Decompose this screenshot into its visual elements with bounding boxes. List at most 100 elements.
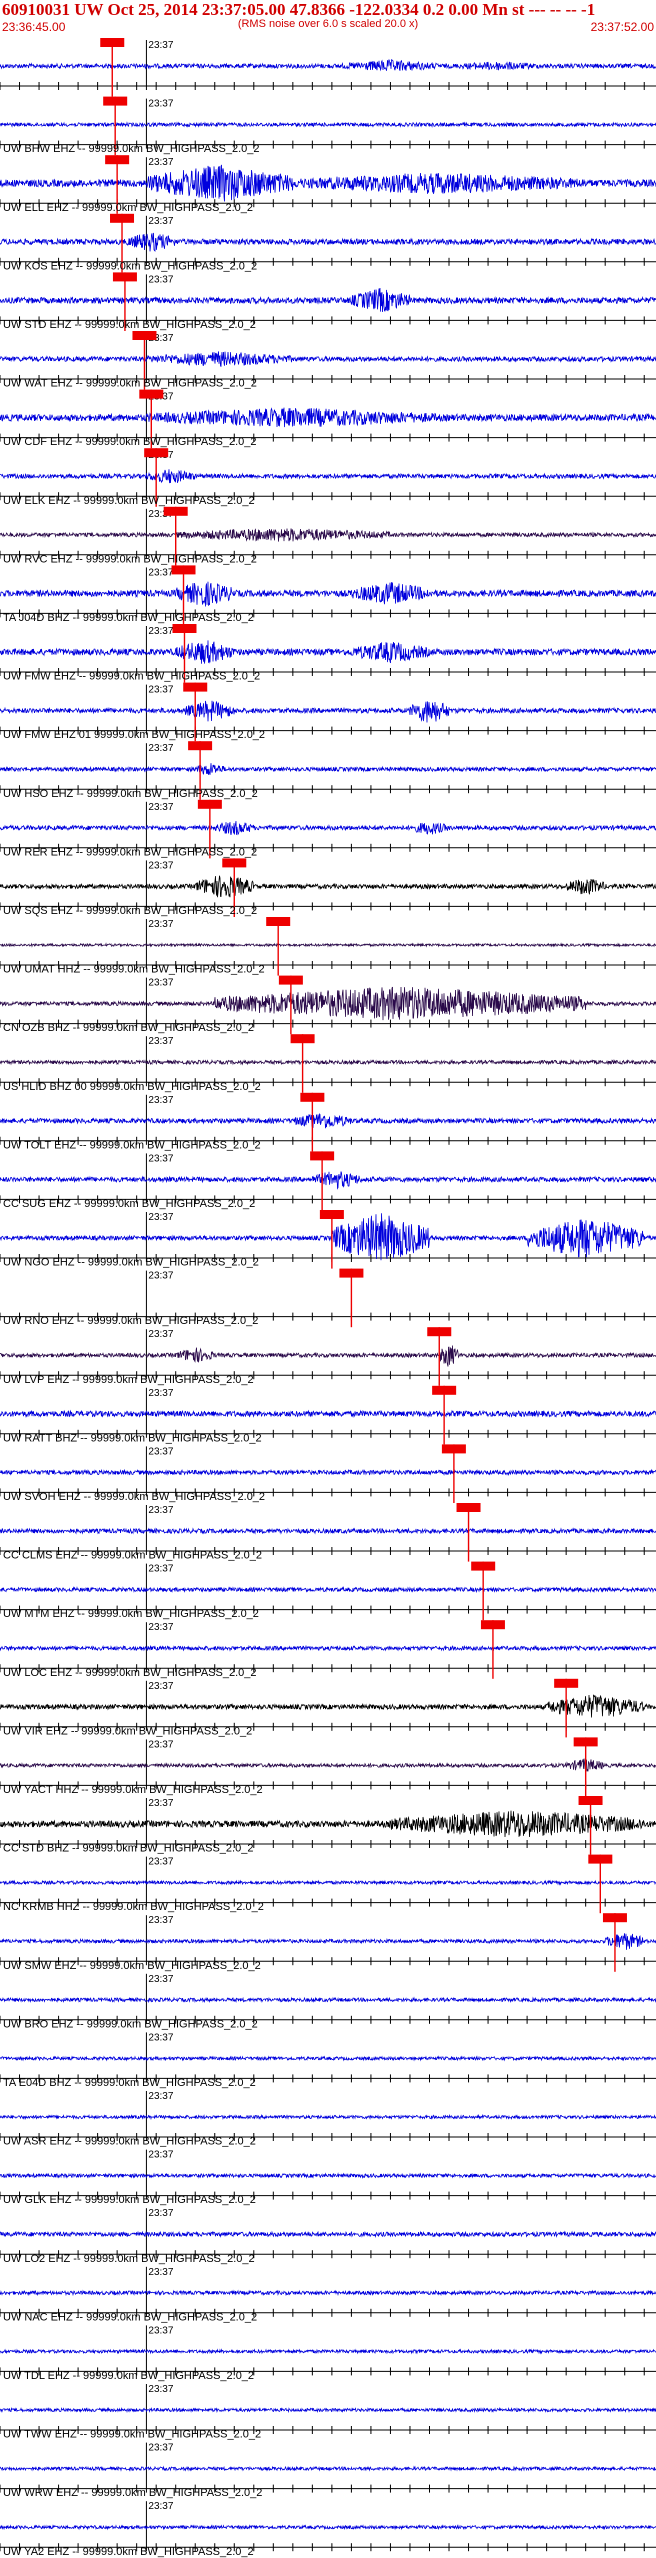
event-title: 60910031 UW Oct 25, 2014 23:37:05.00 47.…	[2, 0, 596, 19]
waveform	[0, 232, 656, 252]
minute-label: 23:37	[148, 860, 173, 871]
minute-label: 23:37	[148, 1974, 173, 1985]
minute-label: 23:37	[148, 802, 173, 813]
waveform	[0, 164, 656, 202]
waveform	[0, 2524, 656, 2531]
waveform	[0, 1879, 656, 1886]
waveform	[0, 1694, 656, 1718]
trace-row: 23:37 UW UMAT HHZ -- 99999.0km BW_HIGHPAS…	[0, 917, 656, 976]
minute-label: 23:37	[148, 1798, 173, 1809]
minute-label: 23:37	[148, 1446, 173, 1457]
trace-row: 23:37 UW YA2 EHZ -- 99999.0km BW_HIGHPASS…	[0, 2501, 656, 2558]
trace-row: 23:37 UW TWW EHZ -- 99999.0km BW_HIGHPASS…	[0, 2384, 656, 2441]
trace-row: 23:37 UW ASR EHZ -- 99999.0km BW_HIGHPASS…	[0, 2091, 656, 2148]
header: 60910031 UW Oct 25, 2014 23:37:05.00 47.…	[0, 0, 656, 36]
trace-row: 23:37 CC STD BHZ -- 99999.0km BW_HIGHPASS…	[0, 1796, 656, 1855]
minute-label: 23:37	[148, 2208, 173, 2219]
minute-label: 23:37	[148, 978, 173, 989]
station-label: UW ELK EHZ -- 99999.0km BW_HIGHPASS_2.0_…	[3, 495, 255, 507]
trace-row: 23:37 UW GLK EHZ -- 99999.0km BW_HIGHPASS…	[0, 2149, 656, 2206]
waveform	[0, 121, 656, 128]
trace-row: 23:37 CC CLMS EHZ -- 99999.0km BW_HIGHPAS…	[0, 1503, 656, 1562]
seismogram-panel: 23:37 23:37 UW BHW EHZ -- 99999.0km BW_HIG…	[0, 38, 656, 2558]
trace-row: 23:37UW WAT EHZ -- 99999.0km BW_HIGHPASS…	[0, 331, 656, 390]
station-label: UW SVOH EHZ -- 99999.0km BW_HIGHPASS_2.0…	[3, 1491, 265, 1503]
rms-note: (RMS noise over 6.0 s scaled 20.0 x)	[237, 18, 419, 30]
station-label: CC STD BHZ -- 99999.0km BW_HIGHPASS_2.0_…	[3, 1843, 253, 1855]
waveform	[0, 58, 656, 72]
station-label: TA J04D BHZ -- 99999.0km BW_HIGHPASS_2.0…	[3, 612, 254, 624]
trace-row: 23:37 UW ELL EHZ -- 99999.0km BW_HIGHPASS…	[0, 155, 656, 214]
waveform	[0, 700, 656, 723]
station-label: UW CDF EHZ -- 99999.0km BW_HIGHPASS_2.0_…	[3, 436, 256, 448]
minute-label: 23:37	[148, 157, 173, 168]
minute-label: 23:37	[148, 1505, 173, 1516]
station-label: CN OZB BHZ -- 99999.0km BW_HIGHPASS_2.0_…	[3, 1022, 254, 1034]
trace-row: 23:37 UW YACT HHZ -- 99999.0km BW_HIGHPAS…	[0, 1737, 656, 1796]
trace-row: 23:37 UW FMW EHZ -- 99999.0km BW_HIGHPASS…	[0, 624, 656, 683]
station-label: UW SQS EHZ -- 99999.0km BW_HIGHPASS_2.0_…	[3, 905, 257, 917]
waveform	[0, 1758, 656, 1772]
minute-label: 23:37	[148, 2150, 173, 2161]
waveform	[0, 1810, 656, 1838]
trace-row: 23:37 UW LVP EHZ -- 99999.0km BW_HIGHPASS…	[0, 1327, 656, 1386]
station-label: UW MTM EHZ -- 99999.0km BW_HIGHPASS_2.0_…	[3, 1608, 259, 1620]
station-label: UW YA2 EHZ -- 99999.0km BW_HIGHPASS_2.0_…	[3, 2546, 254, 2558]
waveform	[0, 1644, 656, 1652]
waveform	[0, 2172, 656, 2179]
waveform	[0, 351, 656, 367]
waveform	[0, 581, 656, 607]
waveform	[0, 1933, 656, 1950]
waveform	[0, 875, 656, 898]
trace-row: 23:37 UW NAC EHZ -- 99999.0km BW_HIGHPASS…	[0, 2266, 656, 2323]
minute-label: 23:37	[148, 1271, 173, 1282]
minute-label: 23:37	[148, 743, 173, 754]
trace-row: 23:37 UW STD EHZ -- 99999.0km BW_HIGHPASS…	[0, 272, 656, 331]
minute-label: 23:37	[148, 1153, 173, 1164]
trace-row: 23:37 TA J04D BHZ -- 99999.0km BW_HIGHPAS…	[0, 565, 656, 624]
waveform	[0, 1113, 656, 1129]
minute-label: 23:37	[148, 1857, 173, 1868]
minute-label: 23:37	[148, 2443, 173, 2454]
trace-row: 23:37 UW RNO EHZ -- 99999.0km BW_HIGHPASS…	[0, 1268, 656, 1328]
station-label: UW TDL EHZ -- 99999.0km BW_HIGHPASS_2.0_…	[3, 2370, 254, 2382]
waveform	[0, 407, 656, 428]
trace-row: 23:37 UW SVOH EHZ -- 99999.0km BW_HIGHPAS…	[0, 1444, 656, 1503]
waveform	[0, 986, 656, 1021]
trace-row: 23:37 UW FMW EHZ 01 99999.0km BW_HIGHPASS…	[0, 682, 656, 742]
minute-label: 23:37	[148, 1329, 173, 1340]
station-label: UW FMW EHZ 01 99999.0km BW_HIGHPASS_2.0_…	[3, 729, 265, 741]
minute-label: 23:37	[148, 1622, 173, 1633]
waveform	[0, 2055, 656, 2062]
station-label: UW WRW EHZ -- 99999.0km BW_HIGHPASS_2.0_…	[3, 2487, 262, 2499]
trace-row: 23:37UW ELK EHZ -- 99999.0km BW_HIGHPASS…	[0, 448, 656, 507]
minute-label: 23:37	[148, 99, 173, 110]
station-label: UW RATT BHZ -- 99999.0km BW_HIGHPASS_2.0…	[3, 1432, 262, 1444]
trace-row: 23:37 UW HSO EHZ -- 99999.0km BW_HIGHPASS…	[0, 741, 656, 800]
trace-row: 23:37 UW BRO EHZ -- 99999.0km BW_HIGHPASS…	[0, 1973, 656, 2030]
station-label: UW ASR EHZ -- 99999.0km BW_HIGHPASS_2.0_…	[3, 2136, 256, 2148]
minute-label: 23:37	[148, 1915, 173, 1926]
trace-row: 23:37 UW VIR EHZ -- 99999.0km BW_HIGHPASS…	[0, 1678, 656, 1738]
minute-label: 23:37	[148, 274, 173, 285]
waveform	[0, 1527, 656, 1535]
minute-label: 23:37	[148, 685, 173, 696]
waveform	[0, 640, 656, 664]
waveform	[0, 2113, 656, 2121]
waveform	[0, 469, 656, 484]
waveform	[0, 2348, 656, 2355]
minute-label: 23:37	[148, 2501, 173, 2512]
minute-label: 23:37	[148, 2325, 173, 2336]
trace-row: 23:37 UW TDL EHZ -- 99999.0km BW_HIGHPASS…	[0, 2325, 656, 2382]
trace-row: 23:37 UW BHW EHZ -- 99999.0km BW_HIGHPASS…	[0, 96, 656, 156]
station-label: UW UMAT HHZ -- 99999.0km BW_HIGHPASS_2.0…	[3, 964, 265, 976]
waveform	[0, 2230, 656, 2238]
waveform	[0, 1409, 656, 1418]
trace-row: 23:37 TA E04D BHZ -- 99999.0km BW_HIGHPAS…	[0, 2032, 656, 2089]
waveform	[0, 1996, 656, 2004]
minute-label: 23:37	[148, 1681, 173, 1692]
minute-label: 23:37	[148, 2267, 173, 2278]
waveform	[0, 942, 656, 948]
trace-row: 23:37 UW RATT BHZ -- 99999.0km BW_HIGHPAS…	[0, 1385, 656, 1445]
station-label: UW ELL EHZ -- 99999.0km BW_HIGHPASS_2.0_…	[3, 202, 253, 214]
